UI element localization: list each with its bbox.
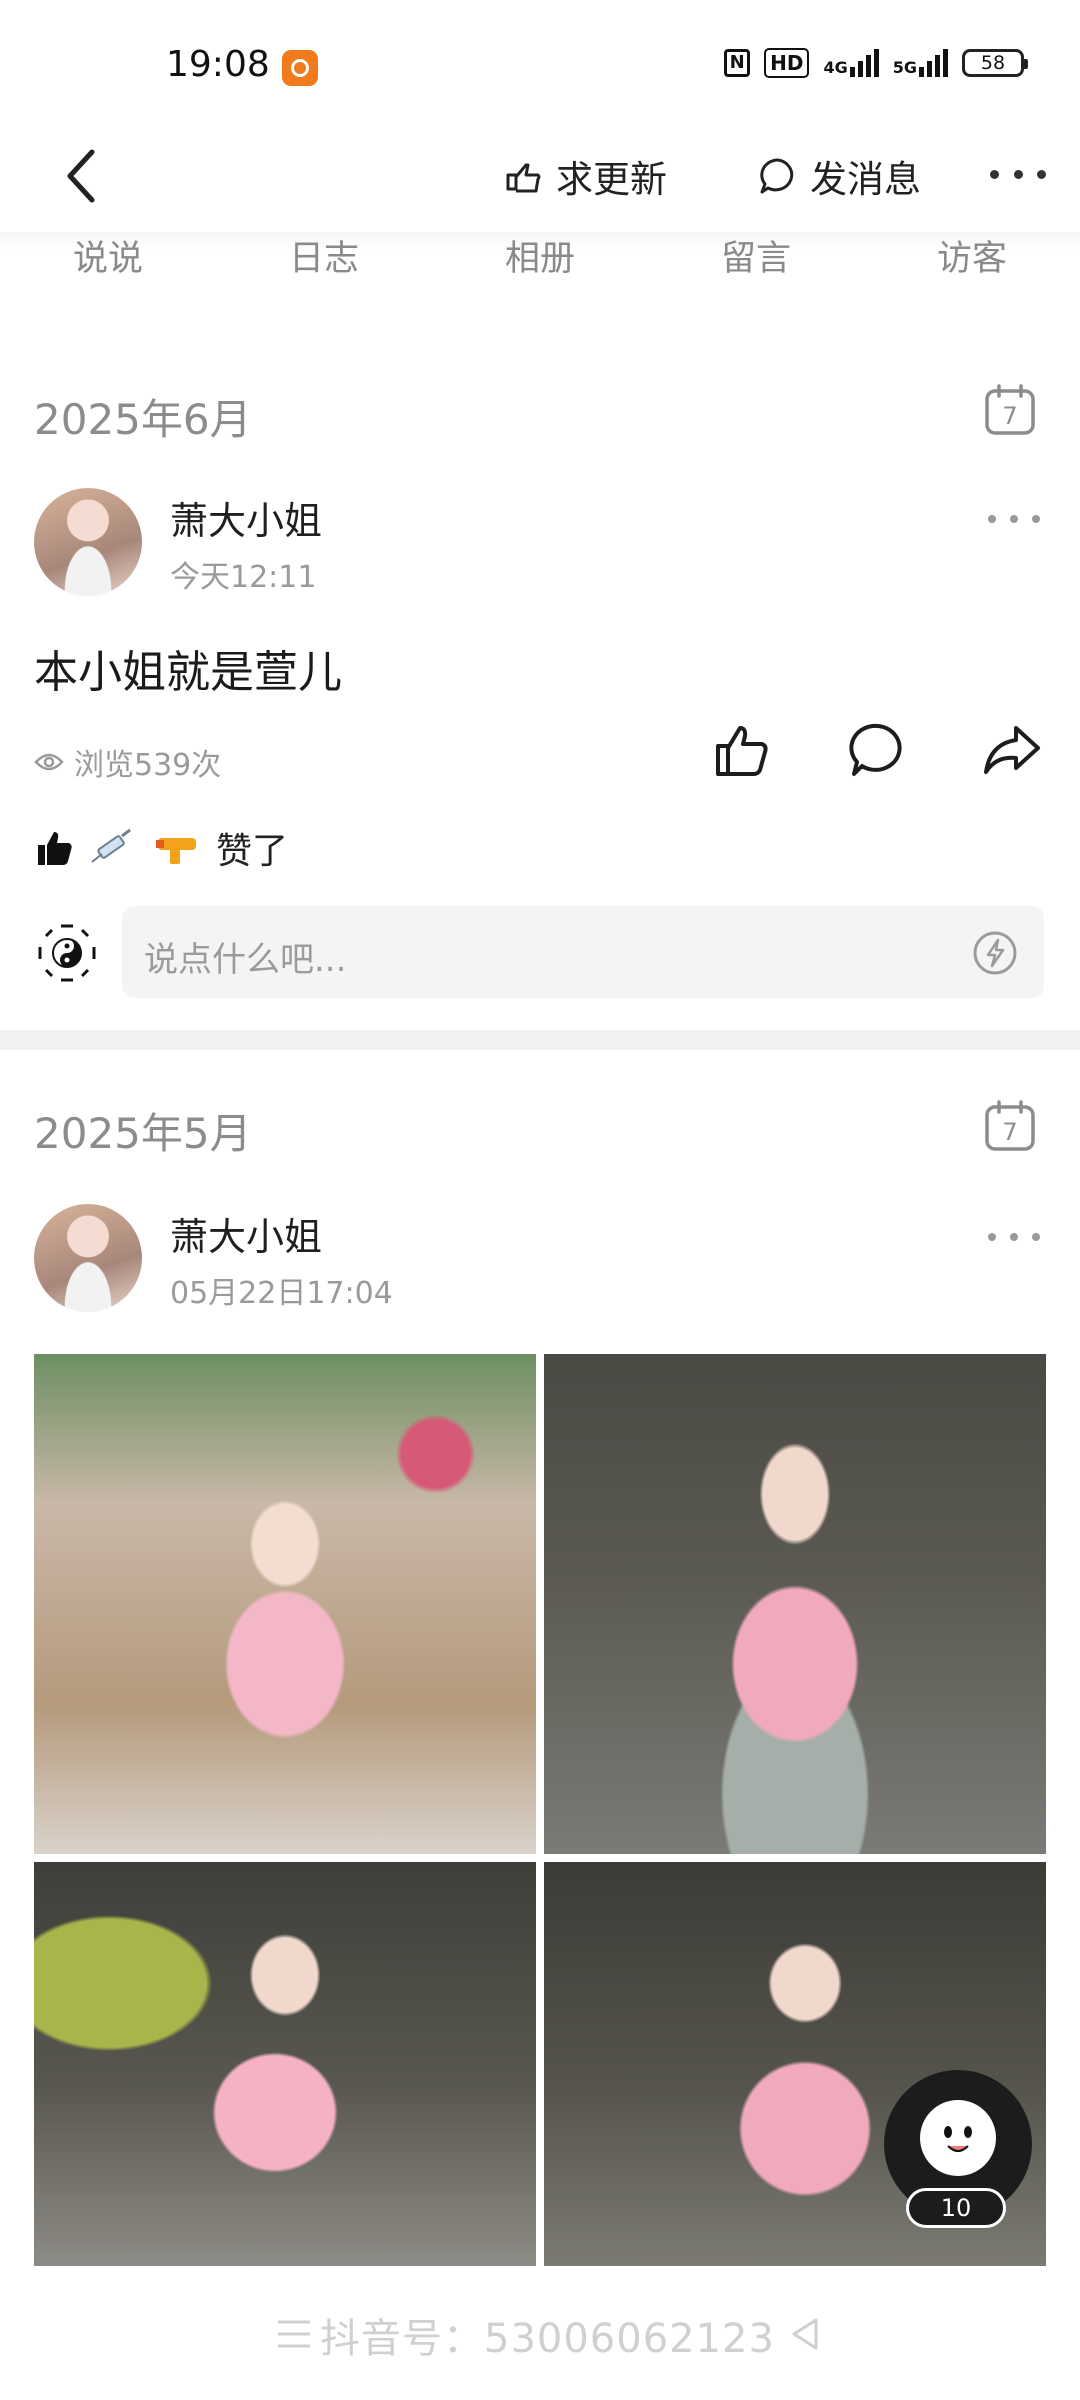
post-time: 05月22日17:04: [170, 1276, 393, 1311]
post-time: 今天12:11: [170, 560, 317, 595]
author-name[interactable]: 萧大小姐: [170, 490, 322, 545]
avatar[interactable]: [34, 488, 142, 596]
post-photo-3[interactable]: [34, 1862, 536, 2266]
month-heading: 2025年5月: [34, 1109, 252, 1158]
author-name[interactable]: 萧大小姐: [170, 1206, 322, 1261]
svg-text:7: 7: [1002, 1118, 1017, 1146]
profile-tabs: 说说 日志 相册 留言 访客: [0, 230, 1080, 290]
comment-placeholder: 说点什么吧...: [144, 940, 347, 980]
calendar-icon[interactable]: 7: [984, 1100, 1036, 1152]
send-message-button[interactable]: 发消息: [758, 146, 921, 206]
comment-input[interactable]: 说点什么吧...: [122, 906, 1044, 998]
message-bubble-icon: [760, 158, 794, 194]
post-text: 本小姐就是萱儿: [34, 647, 342, 698]
menu-icon[interactable]: [276, 2316, 312, 2352]
more-options-button[interactable]: [990, 152, 1046, 196]
chevron-left-icon: [67, 149, 95, 203]
nfc-icon: N: [724, 49, 751, 77]
emoji-lightning-icon[interactable]: [972, 930, 1018, 976]
request-update-button[interactable]: 求更新: [502, 146, 667, 206]
post-more-button[interactable]: [988, 1230, 1040, 1244]
thumbs-up-filled-icon: [38, 832, 72, 865]
yin-yang-avatar: [36, 922, 98, 984]
post-more-button[interactable]: [988, 512, 1040, 526]
post-photo-2[interactable]: [544, 1354, 1046, 1854]
status-icons: N HD 4G 5G 58: [724, 48, 1028, 78]
likes-row[interactable]: 赞了: [36, 822, 288, 874]
app-notification-icon: [282, 50, 318, 86]
post-photo-1[interactable]: [34, 1354, 536, 1854]
floating-count-badge: 10: [906, 2188, 1006, 2228]
water-gun-icon: [152, 828, 202, 868]
tab-diary[interactable]: 日志: [289, 230, 359, 281]
calendar-icon[interactable]: 7: [984, 384, 1036, 436]
tab-album[interactable]: 相册: [505, 230, 575, 281]
comment-button[interactable]: [848, 720, 908, 780]
month-heading: 2025年6月: [34, 395, 252, 444]
like-button[interactable]: [712, 720, 772, 780]
svg-text:7: 7: [1002, 402, 1017, 430]
back-button[interactable]: [60, 146, 104, 206]
douyin-watermark: 抖音号：53006062123: [320, 2316, 775, 2362]
hd-icon: HD: [764, 48, 810, 78]
floating-assistant-button[interactable]: 10: [884, 2070, 1032, 2228]
signal-4g-icon: 4G: [823, 49, 879, 77]
comment-bubble-icon: [849, 723, 902, 776]
status-time: 19:08: [166, 44, 270, 85]
liked-label: 赞了: [216, 831, 289, 872]
request-update-label: 求更新: [556, 158, 667, 201]
nav-back-icon[interactable]: [790, 2316, 820, 2352]
avatar[interactable]: [34, 1204, 142, 1312]
battery-icon: 58: [962, 49, 1028, 77]
view-count: 浏览539次: [34, 740, 221, 784]
tab-visitors[interactable]: 访客: [937, 230, 1007, 281]
hand-point-icon: [506, 163, 541, 193]
eye-icon: [34, 753, 64, 771]
share-button[interactable]: [982, 720, 1042, 780]
share-arrow-icon: [984, 726, 1040, 774]
thumbs-up-icon: [716, 726, 768, 776]
tab-shuoshuo[interactable]: 说说: [73, 230, 143, 281]
section-divider: [0, 1030, 1080, 1050]
smiley-face-icon: [920, 2100, 996, 2176]
signal-5g-icon: 5G: [893, 49, 948, 77]
view-count-label: 浏览539次: [74, 748, 222, 783]
send-message-label: 发消息: [810, 158, 921, 201]
tab-guestbook[interactable]: 留言: [721, 230, 791, 281]
syringe-icon: [88, 828, 138, 868]
